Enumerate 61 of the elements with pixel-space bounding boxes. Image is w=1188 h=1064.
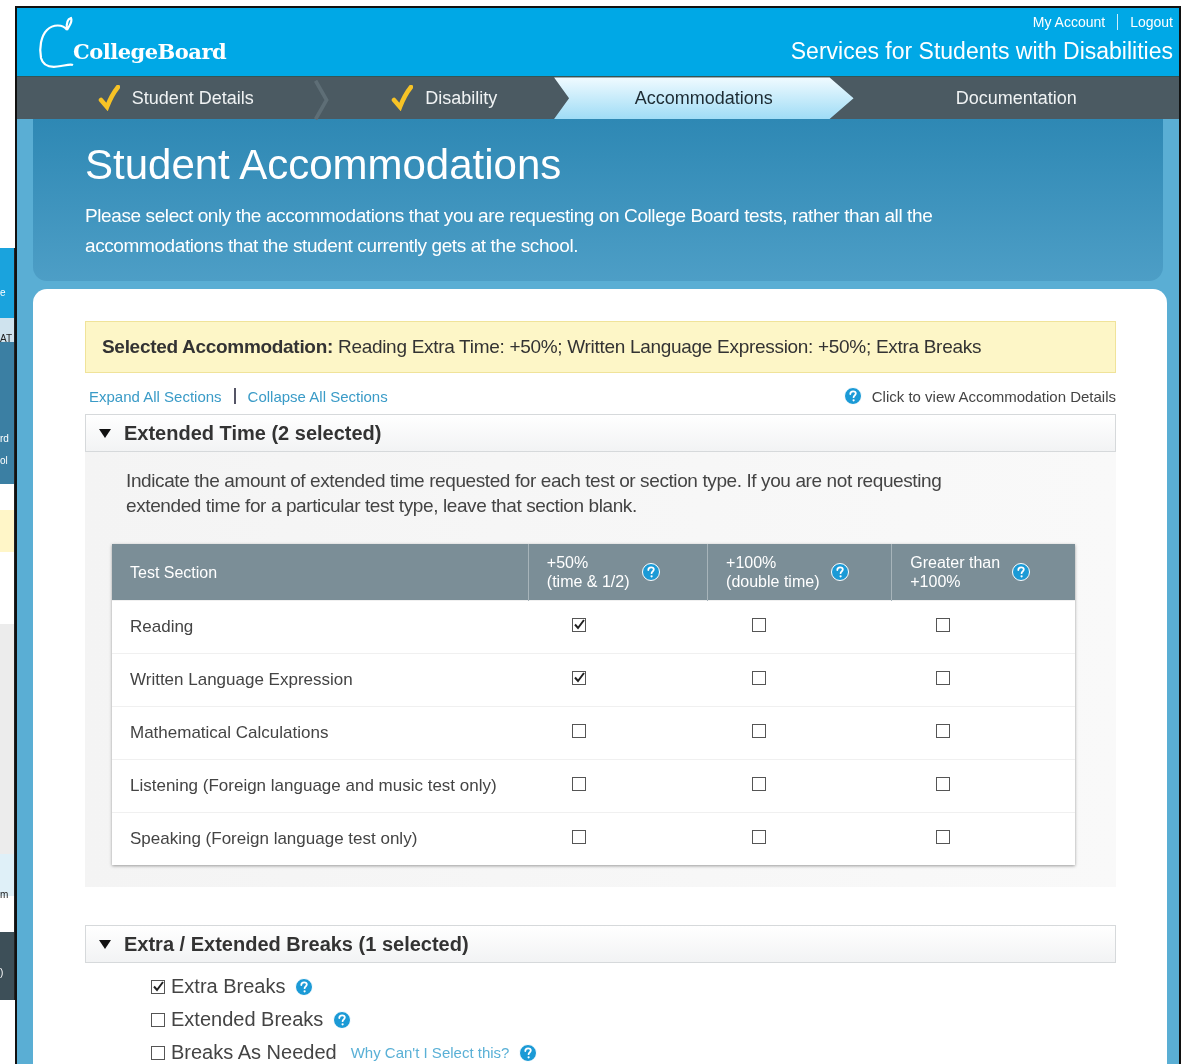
- table-cell: Listening (Foreign language and music test only): [112, 759, 529, 813]
- triangle-down-icon: [98, 938, 112, 950]
- checkbox[interactable]: [572, 830, 587, 844]
- table-cell: Speaking (Foreign language test only): [112, 812, 529, 865]
- checkbox[interactable]: [935, 618, 950, 632]
- window-text-fragment: m: [0, 888, 9, 902]
- checkbox[interactable]: [935, 724, 950, 738]
- checkbox[interactable]: [751, 724, 766, 738]
- page-title: Student Accommodations: [85, 141, 563, 189]
- page-description: Please select only the accommodations that you are requesting on College Board tests, rather than all the accommodations that the student currently gets at the school.: [85, 204, 934, 258]
- check-icon: [391, 85, 414, 112]
- help-icon[interactable]: [843, 387, 862, 405]
- step-tab[interactable]: Disability: [334, 77, 555, 119]
- checkbox[interactable]: [751, 618, 766, 632]
- site-title: Services for Students with Disabilities: [790, 38, 1173, 65]
- checkbox[interactable]: [935, 830, 950, 844]
- triangle-down-icon: [98, 427, 112, 439]
- checkbox[interactable]: [751, 830, 766, 844]
- window-text-fragment: e: [0, 286, 6, 300]
- details-link[interactable]: Click to view Accommodation Details: [843, 387, 1116, 405]
- column-header: +50% (time & 1/2): [528, 544, 708, 601]
- checkbox[interactable]: [151, 1045, 165, 1060]
- window-text-fragment: ol: [0, 454, 8, 468]
- checkbox-label: Breaks As Needed: [171, 1041, 337, 1064]
- section-intro: Indicate the amount of extended time requested for each test or section type. If you are not requesting extended time for a particular test type, leave that section blank.: [126, 469, 943, 518]
- checkbox[interactable]: [151, 1012, 165, 1027]
- window-text-fragment: AT: [0, 332, 13, 346]
- checkbox[interactable]: [935, 671, 950, 685]
- help-icon[interactable]: [1012, 563, 1031, 581]
- logo-text: CollegeBoard: [73, 38, 227, 64]
- section-header[interactable]: Extra / Extended Breaks (1 selected): [85, 925, 1116, 963]
- checkbox[interactable]: [935, 777, 950, 791]
- checkbox[interactable]: [572, 777, 587, 791]
- checkbox[interactable]: [572, 671, 587, 685]
- column-header: Greater than +100%: [891, 544, 1075, 601]
- step-tab[interactable]: Student Details: [17, 77, 335, 119]
- help-icon[interactable]: [333, 1010, 352, 1029]
- help-icon[interactable]: [641, 563, 660, 581]
- section-header[interactable]: Extended Time (2 selected): [85, 414, 1116, 452]
- table-cell: Reading: [112, 600, 529, 654]
- check-icon: [97, 85, 120, 112]
- column-header: Test Section: [112, 544, 529, 601]
- checkbox-label: Extra Breaks: [171, 975, 286, 998]
- table-cell: Mathematical Calculations: [112, 706, 529, 760]
- window-text-fragment: rd: [0, 432, 9, 446]
- section-link[interactable]: Expand All Sections: [89, 387, 222, 405]
- help-icon[interactable]: [831, 563, 850, 581]
- checkbox[interactable]: [751, 671, 766, 685]
- table-cell: Written Language Expression: [112, 653, 529, 707]
- selection-summary: Selected Accommodation: Reading Extra Time: +50%; Written Language Expression: +50%; Extra Breaks: [85, 321, 1116, 373]
- checkbox-label: Extended Breaks: [171, 1008, 324, 1031]
- help-icon[interactable]: [295, 977, 314, 996]
- step-tab[interactable]: Documentation: [853, 77, 1179, 119]
- checkbox[interactable]: [751, 777, 766, 791]
- checkbox[interactable]: [151, 979, 165, 994]
- checkbox[interactable]: [572, 724, 587, 738]
- help-icon[interactable]: [519, 1043, 538, 1062]
- window-text-fragment: ): [0, 966, 4, 980]
- checkbox[interactable]: [572, 618, 587, 632]
- column-header: +100% (double time): [707, 544, 892, 601]
- step-tab[interactable]: Accommodations: [554, 77, 854, 119]
